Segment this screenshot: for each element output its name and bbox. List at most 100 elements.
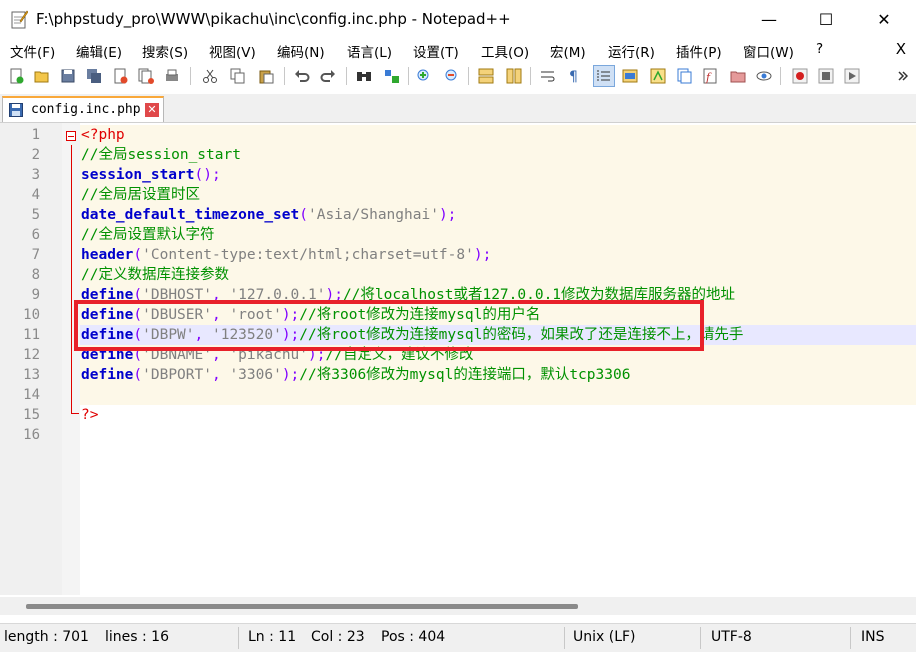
line-number: 7: [31, 247, 40, 263]
menu-settings[interactable]: 设置(T): [413, 41, 459, 61]
line-number: 10: [23, 307, 40, 323]
status-separator: [238, 627, 239, 649]
sync-vertical-icon[interactable]: [476, 66, 496, 86]
tab-bar: config.inc.php ✕: [0, 94, 916, 123]
code-function: define: [81, 327, 134, 343]
code-line-5: date_default_timezone_set('Asia/Shanghai…: [81, 205, 456, 225]
code-operator: (: [133, 307, 143, 323]
menu-file[interactable]: 文件(F): [10, 41, 55, 61]
menu-plugins[interactable]: 插件(P): [676, 41, 722, 61]
code-operator: ();: [194, 167, 221, 183]
menu-window[interactable]: 窗口(W): [743, 41, 794, 61]
code-line-6: //全局设置默认字符: [81, 225, 214, 245]
status-eol[interactable]: Unix (LF): [573, 629, 636, 645]
menu-view[interactable]: 视图(V): [209, 41, 256, 61]
status-position: Pos : 404: [381, 629, 446, 645]
folder-workspace-icon[interactable]: [728, 66, 748, 86]
menu-macro[interactable]: 宏(M): [550, 41, 586, 61]
code-string: 'root': [229, 307, 282, 323]
code-string: '123520': [211, 327, 282, 343]
redo-icon[interactable]: [318, 66, 338, 86]
line-number: 2: [31, 147, 40, 163]
code-string: '3306': [229, 367, 282, 383]
print-icon[interactable]: [162, 66, 182, 86]
menu-language[interactable]: 语言(L): [347, 41, 392, 61]
status-insert-mode[interactable]: INS: [861, 629, 885, 645]
toolbar: ¶ f: [0, 62, 916, 90]
menu-encoding[interactable]: 编码(N): [277, 41, 325, 61]
save-all-icon[interactable]: [84, 66, 104, 86]
menu-edit[interactable]: 编辑(E): [76, 41, 122, 61]
sync-horizontal-icon[interactable]: [504, 66, 524, 86]
stop-macro-icon[interactable]: [816, 66, 836, 86]
line-number: 12: [23, 347, 40, 363]
new-file-icon[interactable]: [6, 66, 26, 86]
tab-close-icon[interactable]: ✕: [145, 103, 159, 117]
copy-icon[interactable]: [228, 66, 248, 86]
code-operator: );: [281, 307, 300, 323]
code-editor[interactable]: 1 2 3 4 5 6 7 8 9 10 11 12 13 14 15 16 <…: [0, 123, 916, 595]
save-icon[interactable]: [58, 66, 78, 86]
zoom-in-icon[interactable]: [414, 66, 434, 86]
status-column: Col : 23: [311, 629, 365, 645]
record-macro-icon[interactable]: [790, 66, 810, 86]
zoom-out-icon[interactable]: [442, 66, 462, 86]
maximize-button[interactable]: ☐: [797, 0, 855, 38]
horizontal-scrollbar[interactable]: [0, 597, 916, 615]
code-string: 'DBPORT': [142, 367, 212, 383]
status-length: length : 701: [4, 629, 89, 645]
code-operator: );: [438, 207, 457, 223]
menu-help[interactable]: ?: [816, 41, 823, 57]
line-number: 9: [31, 287, 40, 303]
close-window-button[interactable]: ✕: [855, 0, 913, 38]
document-list-icon[interactable]: [674, 66, 694, 86]
tab-config-inc-php[interactable]: config.inc.php ✕: [2, 96, 164, 122]
function-list-icon[interactable]: f: [700, 66, 720, 86]
user-language-icon[interactable]: [620, 66, 640, 86]
undo-icon[interactable]: [292, 66, 312, 86]
code-operator: ,: [211, 307, 230, 323]
code-comment: //将3306修改为mysql的连接端口，默认tcp3306: [299, 367, 631, 383]
close-all-icon[interactable]: [136, 66, 156, 86]
scrollbar-thumb[interactable]: [26, 604, 578, 609]
replace-icon[interactable]: [382, 66, 402, 86]
svg-text:¶: ¶: [569, 69, 578, 84]
code-line-8: //定义数据库连接参数: [81, 265, 229, 285]
word-wrap-icon[interactable]: [538, 66, 558, 86]
code-line-4: //全局居设置时区: [81, 185, 200, 205]
status-encoding[interactable]: UTF-8: [711, 629, 752, 645]
menu-search[interactable]: 搜索(S): [142, 41, 188, 61]
cut-icon[interactable]: [200, 66, 220, 86]
line-number: 15: [23, 407, 40, 423]
toolbar-overflow-icon[interactable]: [892, 66, 912, 86]
code-function: session_start: [81, 167, 195, 183]
code-operator: (: [133, 327, 143, 343]
code-line-12: define('DBNAME', 'pikachu');//自定义，建议不修改: [81, 345, 473, 365]
code-string: 'pikachu': [229, 347, 309, 363]
fold-toggle-icon[interactable]: [66, 131, 76, 141]
code-operator: );: [325, 287, 343, 303]
menu-tools[interactable]: 工具(O): [481, 41, 529, 61]
close-file-icon[interactable]: [110, 66, 130, 86]
close-document-menu-button[interactable]: X: [896, 40, 906, 58]
code-comment: //全局session_start: [81, 147, 241, 163]
toolbar-separator: [284, 67, 285, 85]
open-file-icon[interactable]: [32, 66, 52, 86]
find-icon[interactable]: [354, 66, 374, 86]
document-map-icon[interactable]: [648, 66, 668, 86]
line-number: 1: [31, 127, 40, 143]
indent-guide-icon[interactable]: [593, 65, 615, 87]
paste-icon[interactable]: [256, 66, 276, 86]
line-number: 16: [23, 427, 40, 443]
menu-bar: 文件(F) 编辑(E) 搜索(S) 视图(V) 编码(N) 语言(L) 设置(T…: [0, 38, 916, 62]
minimize-button[interactable]: —: [740, 0, 798, 38]
show-all-chars-icon[interactable]: ¶: [564, 66, 584, 86]
toolbar-separator: [530, 67, 531, 85]
tab-label: config.inc.php: [31, 102, 141, 117]
code-operator: (: [133, 287, 143, 303]
menu-run[interactable]: 运行(R): [608, 41, 655, 61]
monitoring-icon[interactable]: [754, 66, 774, 86]
code-line-10: define('DBUSER', 'root');//将root修改为连接mys…: [81, 305, 540, 325]
play-macro-icon[interactable]: [842, 66, 862, 86]
code-operator: (: [133, 367, 143, 383]
